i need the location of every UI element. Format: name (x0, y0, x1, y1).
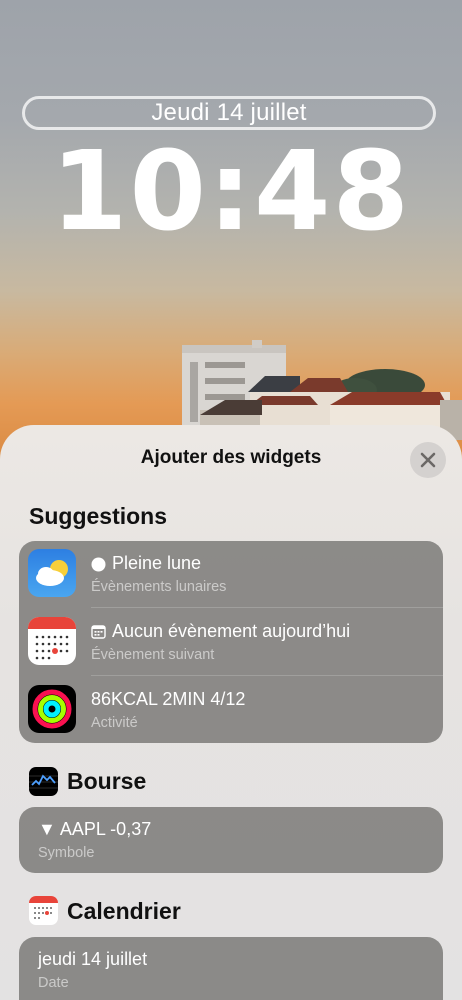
stocks-heading: Bourse (67, 768, 147, 794)
suggestion-calendar-title: Aucun évènement aujourd’hui (91, 621, 350, 642)
sheet-title: Ajouter des widgets (140, 447, 322, 468)
stocks-app-icon (29, 767, 58, 796)
suggestions-card: Pleine lune Évènements lunaires Aucun év… (19, 541, 443, 743)
suggestion-calendar-subtitle: Évènement suivant (91, 647, 215, 663)
close-button[interactable] (410, 442, 446, 478)
weather-app-icon (28, 549, 76, 597)
calendar-app-icon (28, 617, 76, 665)
lock-clock: 10:48 (50, 127, 412, 255)
divider (91, 675, 443, 676)
calendar-app-icon (29, 896, 58, 925)
circle-icon (91, 557, 106, 572)
suggestion-activity-title: 86KCAL 2MIN 4/12 (91, 689, 246, 709)
calendar-widget-title: jeudi 14 juillet (38, 949, 148, 969)
lock-screen-wallpaper: Jeudi 14 juillet 10:48 (0, 0, 462, 470)
suggestion-weather[interactable]: Pleine lune Évènements lunaires (19, 541, 443, 609)
stocks-widget[interactable]: ▼ AAPL -0,37 Symbole (19, 807, 443, 873)
stocks-widget-title: ▼ AAPL -0,37 (38, 819, 152, 839)
add-widgets-sheet: Ajouter des widgets Suggestions Pleine l… (0, 425, 462, 1000)
divider (91, 607, 443, 608)
suggestion-calendar[interactable]: Aucun évènement aujourd’hui Évènement su… (19, 609, 443, 677)
suggestion-weather-label: Pleine lune (112, 553, 202, 573)
suggestion-weather-title: Pleine lune (91, 553, 201, 574)
suggestions-heading: Suggestions (29, 503, 168, 529)
close-icon (420, 452, 436, 468)
lock-date[interactable]: Jeudi 14 juillet (22, 96, 436, 130)
suggestion-weather-subtitle: Évènements lunaires (91, 579, 227, 595)
stocks-widget-subtitle: Symbole (38, 845, 95, 861)
suggestion-calendar-label: Aucun évènement aujourd’hui (112, 621, 351, 641)
suggestion-activity[interactable]: 86KCAL 2MIN 4/12 Activité (19, 677, 443, 745)
activity-app-icon (28, 685, 76, 733)
suggestion-activity-subtitle: Activité (91, 715, 138, 731)
calendar-heading: Calendrier (67, 898, 181, 924)
calendar-glyph-icon (91, 625, 106, 639)
calendar-widget-subtitle: Date (38, 975, 69, 991)
calendar-widget[interactable]: jeudi 14 juillet Date (19, 937, 443, 1000)
